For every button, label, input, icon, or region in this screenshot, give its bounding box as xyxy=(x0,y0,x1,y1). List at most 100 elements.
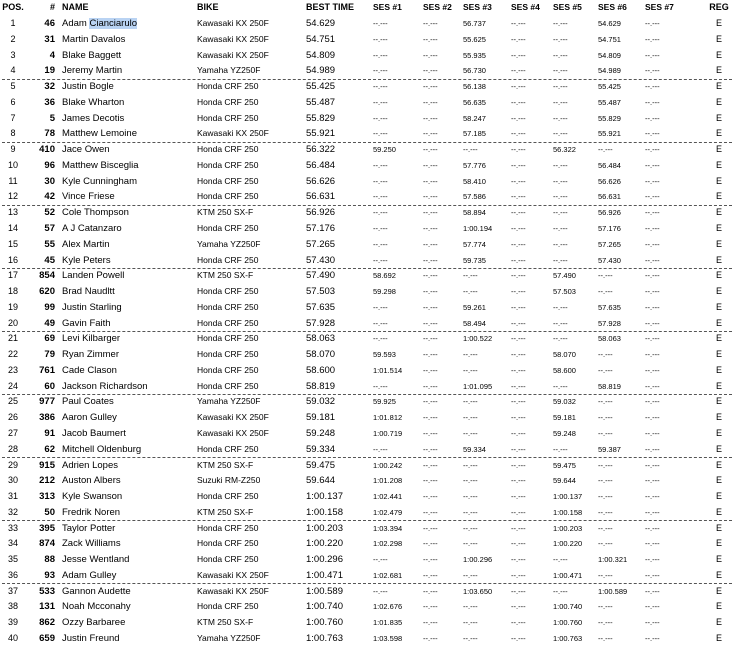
bike: Honda CRF 250 xyxy=(197,254,259,265)
ses-6-time: 55.487 xyxy=(598,97,621,107)
selected-text-highlight[interactable]: Cianciarulo xyxy=(89,18,137,29)
header-ses-4: SES #4 xyxy=(511,2,540,12)
region: E xyxy=(715,207,722,218)
ses-2-time: --.--- xyxy=(423,192,438,202)
ses-1-time: --.--- xyxy=(373,255,388,265)
ses-1-time: 1:03.598 xyxy=(373,634,403,644)
position: 29 xyxy=(7,459,18,470)
ses-6-time: 57.265 xyxy=(598,239,621,249)
ses-2-time: --.--- xyxy=(423,160,438,170)
ses-1-time: --.--- xyxy=(373,381,388,391)
ses-7-time: --.--- xyxy=(645,365,660,375)
ses-5-time: 59.248 xyxy=(553,429,576,439)
rider-number: 533 xyxy=(39,585,55,597)
ses-3-time: 59.735 xyxy=(463,255,486,265)
region: E xyxy=(715,254,722,265)
ses-6-time: 1:00.321 xyxy=(598,555,628,565)
rider-name: Jesse Wentland xyxy=(62,554,130,566)
ses-7-time: --.--- xyxy=(645,476,660,486)
bike: Honda CRF 250 xyxy=(197,443,259,454)
ses-4-time: --.--- xyxy=(511,82,526,92)
ses-6-time: --.--- xyxy=(598,618,613,628)
rider-name: Justin Freund xyxy=(62,633,120,645)
ses-4-time: --.--- xyxy=(511,97,526,107)
rider-name: Jacob Baumert xyxy=(62,428,126,440)
rider-number: 212 xyxy=(39,475,55,487)
ses-6-time: 58.819 xyxy=(598,381,621,391)
rider-name: Landen Powell xyxy=(62,270,125,282)
ses-5-time: 58.070 xyxy=(553,350,576,360)
ses-3-time: --.--- xyxy=(463,287,478,297)
rider-name: Aaron Gulley xyxy=(62,412,117,424)
ses-5-time: 1:00.220 xyxy=(553,539,583,549)
table-row: 16 45 Kyle Peters Honda CRF 250 57.430 --.---… xyxy=(0,253,738,269)
ses-2-time: --.--- xyxy=(423,66,438,76)
region: E xyxy=(715,33,722,44)
bike: Honda CRF 250 xyxy=(197,317,259,328)
ses-4-time: --.--- xyxy=(511,539,526,549)
bike: KTM 250 SX-F xyxy=(197,207,254,218)
ses-2-time: --.--- xyxy=(423,97,438,107)
ses-7-time: --.--- xyxy=(645,586,660,596)
best-time: 57.176 xyxy=(306,223,336,234)
best-time: 58.819 xyxy=(306,380,336,392)
ses-5-time: --.--- xyxy=(553,160,568,170)
rider-name: Kyle Swanson xyxy=(62,491,123,503)
table-row: 8 78 Matthew Lemoine Kawasaki KX 250F 55.921… xyxy=(0,126,738,142)
ses-1-time: 1:02.479 xyxy=(373,507,403,517)
best-time: 59.644 xyxy=(306,475,336,487)
table-row: 11 30 Kyle Cunningham Honda CRF 250 56.626 --… xyxy=(0,174,738,190)
table-row: 23 761 Cade Clason Honda CRF 250 58.600 1:01.… xyxy=(0,363,738,379)
position: 14 xyxy=(7,223,18,233)
ses-5-time: --.--- xyxy=(553,224,568,233)
rider-first-name: Adam xyxy=(62,18,90,29)
position: 30 xyxy=(7,475,18,486)
rider-name: Taylor Potter xyxy=(62,522,116,534)
position: 16 xyxy=(7,254,18,265)
region: E xyxy=(715,81,722,92)
best-time: 1:00.137 xyxy=(306,491,343,503)
position: 10 xyxy=(7,159,18,170)
best-time: 1:00.760 xyxy=(306,617,343,629)
position: 15 xyxy=(7,238,18,249)
table-row: 31 313 Kyle Swanson Honda CRF 250 1:00.137 1:… xyxy=(0,489,738,505)
position: 5 xyxy=(10,81,16,92)
ses-1-time: --.--- xyxy=(373,444,388,454)
rider-number: 79 xyxy=(44,349,55,361)
rider-name: Alex Martin xyxy=(62,238,110,250)
ses-7-time: --.--- xyxy=(645,555,660,565)
ses-3-time: 56.730 xyxy=(463,66,486,76)
ses-6-time: --.--- xyxy=(598,350,613,360)
ses-4-time: --.--- xyxy=(511,255,526,265)
table-row: 15 55 Alex Martin Yamaha YZ250F 57.265 --.---… xyxy=(0,237,738,253)
best-time: 1:00.203 xyxy=(306,522,343,534)
rider-name: Adrien Lopes xyxy=(62,459,118,471)
ses-1-time: --.--- xyxy=(373,160,388,170)
ses-5-time: 58.600 xyxy=(553,365,576,375)
rider-name: Mitchell Oldenburg xyxy=(62,443,142,455)
ses-4-time: --.--- xyxy=(511,460,526,470)
rider-number: 55 xyxy=(44,238,55,250)
table-row: 39 862 Ozzy Barbaree KTM 250 SX-F 1:00.760 1:… xyxy=(0,615,738,631)
ses-7-time: --.--- xyxy=(645,397,660,407)
ses-2-time: --.--- xyxy=(423,586,438,596)
bike: Kawasaki KX 250F xyxy=(197,428,269,439)
best-time: 59.032 xyxy=(306,396,336,408)
ses-7-time: --.--- xyxy=(645,507,660,517)
rider-number: 96 xyxy=(44,159,55,171)
rider-number: 36 xyxy=(44,96,55,108)
ses-5-time: --.--- xyxy=(553,444,568,454)
rider-name: Gavin Faith xyxy=(62,317,111,329)
rider-name: Ryan Zimmer xyxy=(62,349,120,361)
ses-7-time: --.--- xyxy=(645,523,660,533)
rider-number: 69 xyxy=(44,333,55,345)
position: 25 xyxy=(7,396,18,407)
ses-6-time: --.--- xyxy=(598,460,613,470)
best-time: 58.070 xyxy=(306,349,336,361)
ses-5-time: --.--- xyxy=(553,208,568,218)
best-time: 57.928 xyxy=(306,317,336,329)
ses-5-time: 1:00.760 xyxy=(553,618,583,628)
table-row: 27 91 Jacob Baumert Kawasaki KX 250F 59.248 1… xyxy=(0,426,738,442)
region: E xyxy=(715,554,722,565)
ses-7-time: --.--- xyxy=(645,82,660,92)
